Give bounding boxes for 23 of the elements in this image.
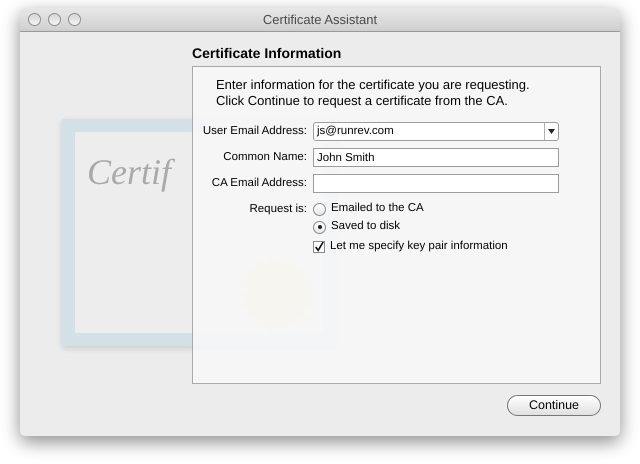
radio-button[interactable]: [313, 220, 326, 234]
window-title: Certificate Assistant: [262, 10, 378, 29]
dropdown-arrow-icon: [548, 129, 555, 134]
checkbox-option[interactable]: Let me specify key pair information: [313, 237, 508, 256]
instruction-text: Enter information for the certificate you are requesting.: [216, 77, 531, 93]
field-label: Request is:: [248, 202, 308, 217]
section-heading: Certificate Information: [192, 44, 342, 62]
input-field[interactable]: John Smith: [313, 148, 559, 167]
window-control-button[interactable]: [28, 13, 41, 26]
window-control-button[interactable]: [48, 13, 61, 26]
field-label: CA Email Address:: [210, 176, 308, 191]
input-field[interactable]: [313, 174, 559, 193]
email-dropdown[interactable]: js@runrev.com: [313, 122, 559, 141]
window-control-button[interactable]: [68, 13, 81, 26]
radio-option[interactable]: Saved to disk: [313, 218, 508, 236]
continue-button[interactable]: Continue: [507, 395, 601, 416]
field-label: User Email Address:: [202, 124, 308, 139]
radio-button[interactable]: [313, 202, 326, 216]
radio-option[interactable]: Emailed to the CA: [313, 200, 508, 218]
field-label: Common Name:: [222, 150, 308, 165]
checkbox[interactable]: [313, 240, 325, 252]
instruction-text: Click Continue to request a certificate from the CA.: [216, 93, 509, 109]
checkmark-icon: [314, 240, 324, 252]
